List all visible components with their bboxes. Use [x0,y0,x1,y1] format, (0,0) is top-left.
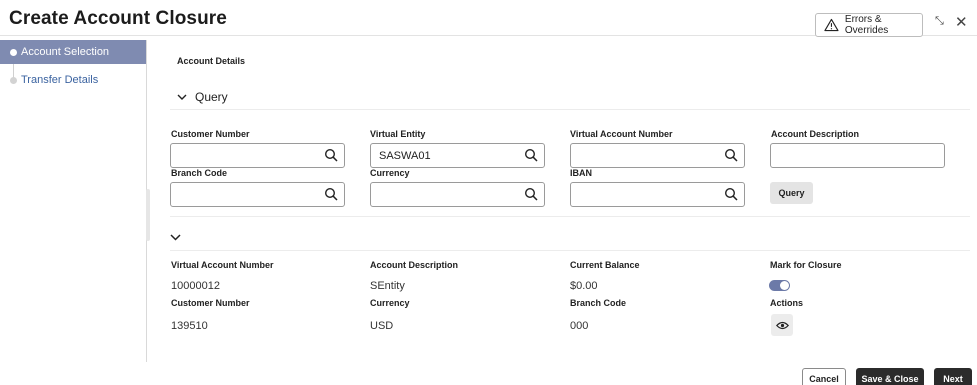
query-section-toggle[interactable]: Query [177,90,228,104]
page-title: Create Account Closure [9,8,227,29]
result-col-customer-number: Customer Number [171,298,250,308]
search-icon[interactable] [524,148,538,162]
iban-label: IBAN [570,168,592,178]
branch-code-field[interactable] [170,182,345,207]
result-virtual-account-number: 10000012 [171,280,220,292]
customer-number-field[interactable] [170,143,345,168]
next-button[interactable]: Next [934,368,972,385]
warning-icon [824,18,839,32]
search-icon[interactable] [324,187,338,201]
result-current-balance: $0.00 [570,280,598,292]
result-branch-code: 000 [570,320,589,332]
divider [170,250,970,251]
search-icon[interactable] [524,187,538,201]
section-title: Account Details [177,56,246,66]
chevron-down-icon[interactable] [170,234,181,241]
errors-overrides-button[interactable]: Errors & Overrides [815,13,923,37]
close-icon[interactable]: ✕ [955,13,968,31]
result-currency: USD [370,320,394,332]
wizard-sidebar: Account Selection Transfer Details [0,40,147,362]
customer-number-label: Customer Number [171,129,250,139]
search-icon[interactable] [324,148,338,162]
footer-bar: Cancel Save & Close Next [0,362,977,385]
divider [170,216,970,217]
currency-label: Currency [370,168,410,178]
virtual-entity-field[interactable]: SASWA01 [370,143,545,168]
step-inactive-dot-icon [10,76,17,84]
mark-for-closure-toggle[interactable] [769,280,790,291]
divider [170,109,970,110]
sidebar-step-account-selection[interactable]: Account Selection [0,40,146,64]
result-col-actions: Actions [770,298,804,308]
chevron-down-icon [177,94,187,100]
save-close-button[interactable]: Save & Close [856,368,924,385]
main-panel: Account Details Query Customer Number Vi… [148,40,977,362]
result-col-mark-for-closure: Mark for Closure [770,260,842,270]
virtual-entity-label: Virtual Entity [370,129,426,139]
search-icon[interactable] [724,187,738,201]
currency-field[interactable] [370,182,545,207]
result-customer-number: 139510 [171,320,208,332]
page-header: Create Account Closure Errors & Override… [0,0,977,37]
branch-code-label: Branch Code [171,168,228,178]
sidebar-step-transfer-details[interactable]: Transfer Details [0,68,146,92]
result-account-description: SEntity [370,280,405,292]
account-description-field[interactable] [770,143,945,168]
virtual-account-number-label: Virtual Account Number [570,129,673,139]
result-col-virtual-account-number: Virtual Account Number [171,260,274,270]
step-label: Transfer Details [21,74,99,86]
errors-overrides-label: Errors & Overrides [844,14,889,36]
query-button[interactable]: Query [770,182,813,204]
query-toggle-label: Query [195,90,228,104]
result-col-branch-code: Branch Code [570,298,627,308]
cancel-button[interactable]: Cancel [802,368,846,385]
step-active-dot-icon [10,48,17,56]
minimize-icon[interactable]: ⤡ [935,15,944,28]
view-action-button[interactable] [771,314,793,336]
virtual-account-number-field[interactable] [570,143,745,168]
result-col-account-description: Account Description [370,260,459,270]
account-description-label: Account Description [771,129,860,139]
field-value: SASWA01 [379,149,431,162]
search-icon[interactable] [724,148,738,162]
eye-icon [775,321,789,329]
iban-field[interactable] [570,182,745,207]
result-col-current-balance: Current Balance [570,260,640,270]
step-label: Account Selection [21,46,110,58]
result-col-currency: Currency [370,298,410,308]
